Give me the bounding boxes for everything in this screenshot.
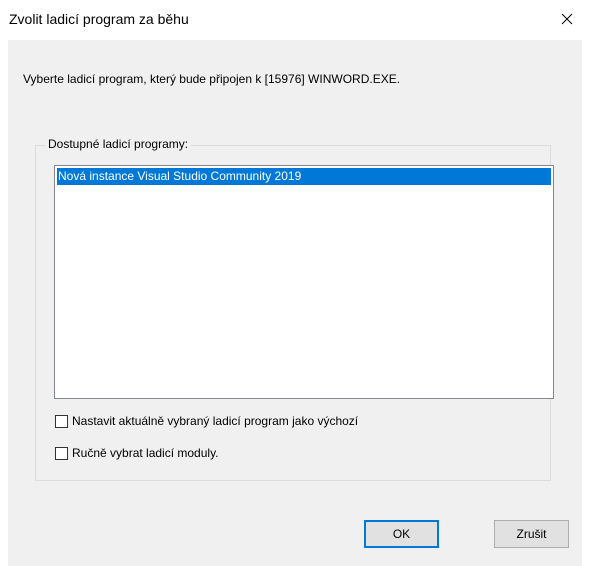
cancel-button[interactable]: Zrušit (494, 520, 569, 548)
set-default-checkbox[interactable] (55, 414, 68, 428)
close-button[interactable] (544, 0, 590, 38)
window-title: Zvolit ladicí program za běhu (9, 11, 189, 27)
set-default-label[interactable]: Nastavit aktuálně vybraný ladicí program… (72, 414, 358, 428)
manual-modules-option[interactable]: Ručně vybrat ladicí moduly. (55, 446, 219, 460)
list-item[interactable]: Nová instance Visual Studio Community 20… (57, 168, 551, 185)
ok-button[interactable]: OK (364, 520, 439, 548)
title-bar: Zvolit ladicí program za běhu (0, 0, 590, 40)
debuggers-listbox[interactable]: Nová instance Visual Studio Community 20… (54, 165, 554, 399)
close-icon (561, 13, 573, 25)
manual-modules-label[interactable]: Ručně vybrat ladicí moduly. (72, 446, 219, 460)
debuggers-group-label: Dostupné ladicí programy: (45, 137, 192, 151)
set-default-option[interactable]: Nastavit aktuálně vybraný ladicí program… (55, 414, 358, 428)
manual-modules-checkbox[interactable] (55, 446, 68, 460)
prompt-text: Vyberte ladicí program, který bude připo… (23, 72, 401, 86)
